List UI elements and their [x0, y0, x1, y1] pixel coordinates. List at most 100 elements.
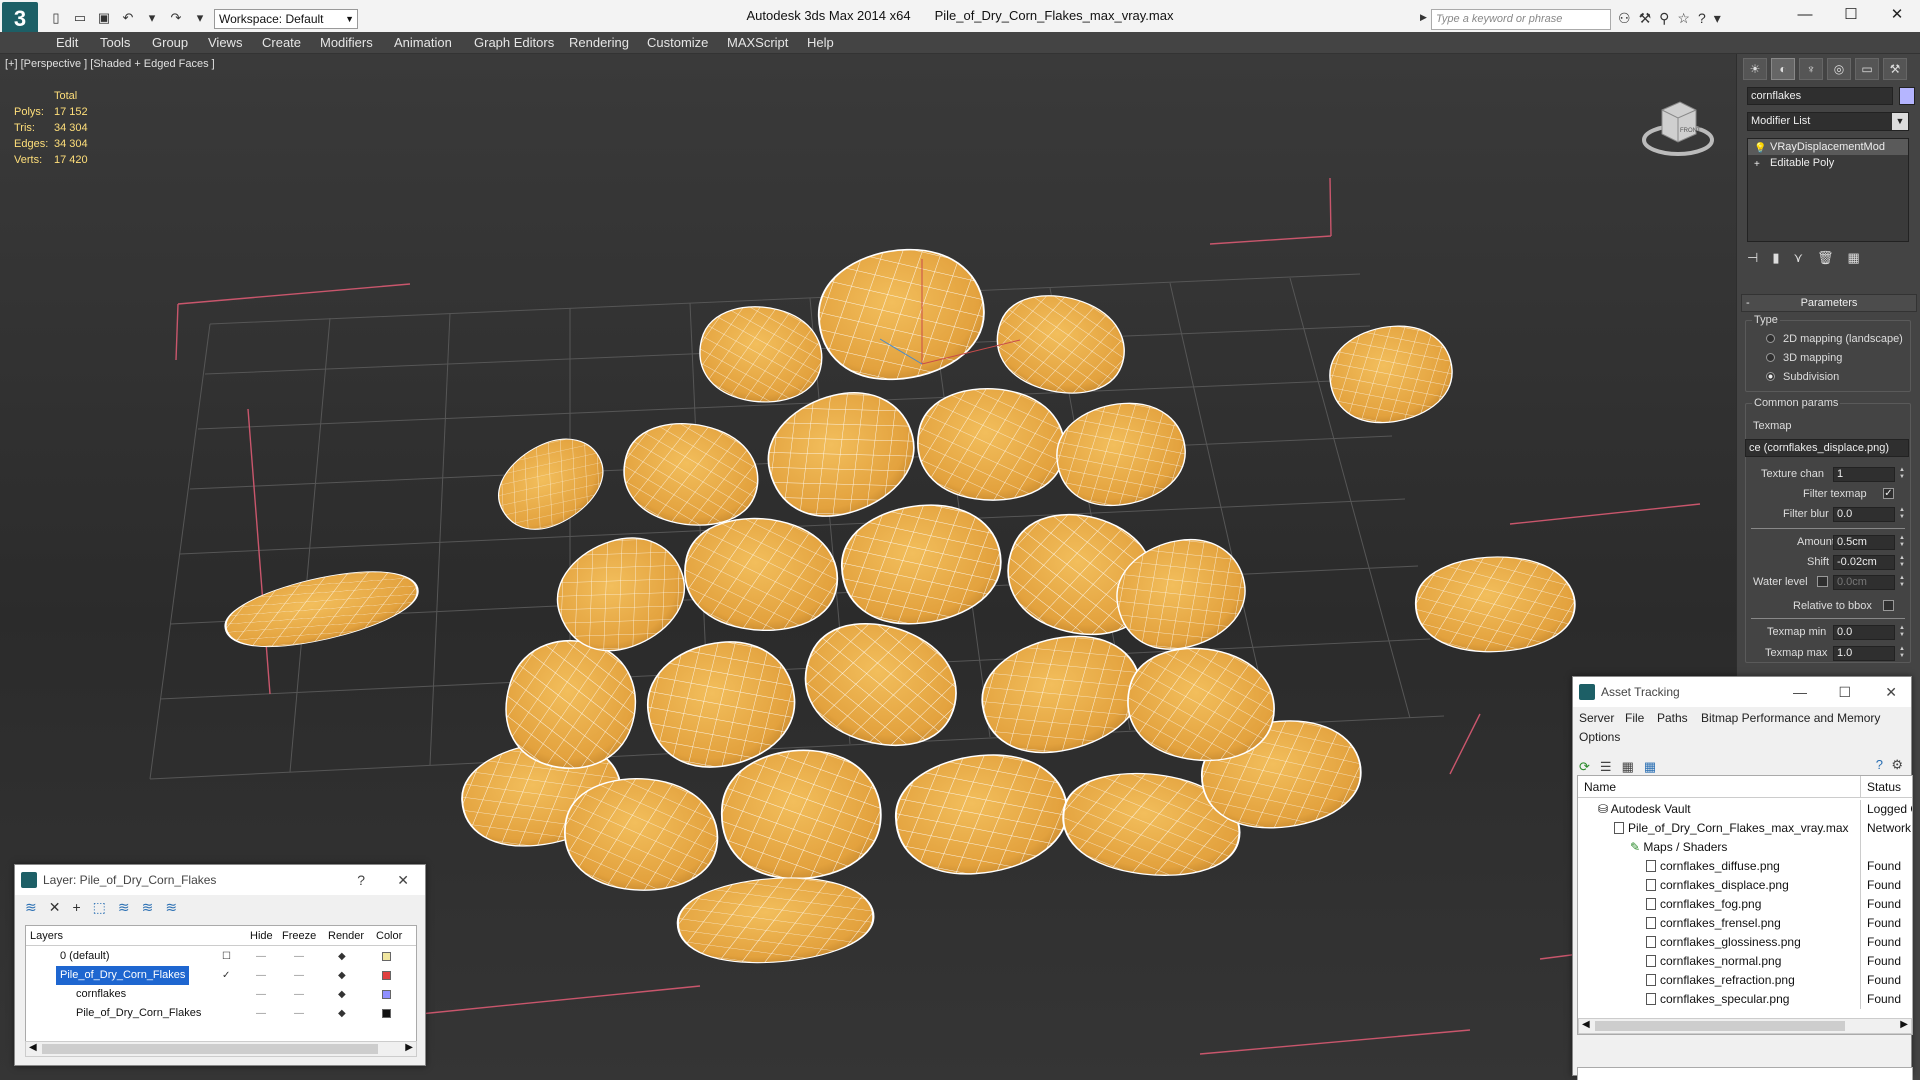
- scroll-left-icon[interactable]: ◀: [1582, 1019, 1590, 1030]
- search-input[interactable]: Type a keyword or phrase: [1431, 9, 1611, 30]
- select-in-layer-icon[interactable]: ⬚: [93, 899, 106, 916]
- horizontal-scrollbar[interactable]: ◀ ▶: [1578, 1018, 1912, 1034]
- menu-server[interactable]: Server: [1579, 711, 1614, 725]
- spinner-arrows-icon[interactable]: ▲ ▼: [1897, 625, 1907, 640]
- help-dropdown-icon[interactable]: ▾: [1714, 10, 1721, 27]
- current-layer-checkbox-icon[interactable]: ☐: [222, 947, 231, 966]
- render-teapot-icon[interactable]: ◆: [338, 985, 346, 1004]
- asset-row[interactable]: cornflakes_glossiness.png Found: [1578, 933, 1912, 952]
- scroll-thumb[interactable]: [1595, 1021, 1845, 1031]
- column-color[interactable]: Color: [376, 926, 402, 946]
- column-status[interactable]: Status: [1860, 776, 1901, 798]
- binoculars-icon[interactable]: ⚇: [1618, 10, 1631, 27]
- shift-spinner[interactable]: -0.02cm: [1833, 555, 1895, 570]
- thumbnail-view-icon[interactable]: ▦: [1622, 759, 1634, 775]
- viewport-label-menu[interactable]: [+] [Perspective ] [Shaded + Edged Faces…: [5, 58, 215, 70]
- menu-graph-editors[interactable]: Graph Editors: [474, 35, 554, 50]
- layer-row[interactable]: 0 (default) ☐ — — ◆: [26, 947, 416, 966]
- scroll-thumb[interactable]: [42, 1044, 378, 1054]
- spinner-arrows-icon[interactable]: ▲ ▼: [1897, 555, 1907, 570]
- column-name[interactable]: Name: [1584, 776, 1616, 798]
- radio-2d-mapping[interactable]: 2D mapping (landscape): [1766, 333, 1903, 345]
- parameters-rollout[interactable]: - Parameters: [1741, 294, 1917, 312]
- asset-row[interactable]: ✎ Maps / Shaders: [1578, 838, 1912, 857]
- scroll-right-icon[interactable]: ▶: [405, 1042, 413, 1053]
- asset-row[interactable]: cornflakes_specular.png Found: [1578, 990, 1912, 1009]
- object-name-field[interactable]: cornflakes: [1747, 87, 1893, 105]
- menu-modifiers[interactable]: Modifiers: [320, 35, 373, 50]
- active-layer-check-icon[interactable]: ✓: [222, 966, 230, 985]
- stack-item-vraydisplacementmod[interactable]: 💡 VRayDisplacementMod: [1748, 139, 1908, 155]
- menu-customize[interactable]: Customize: [647, 35, 708, 50]
- hide-toggle[interactable]: —: [256, 985, 266, 1004]
- asset-row[interactable]: Pile_of_Dry_Corn_Flakes_max_vray.max Netw…: [1578, 819, 1912, 838]
- create-layer-icon[interactable]: ≋: [25, 899, 37, 916]
- help-icon[interactable]: ?: [1698, 10, 1706, 27]
- freeze-toggle[interactable]: —: [294, 966, 304, 985]
- maximize-button[interactable]: ☐: [1828, 0, 1874, 32]
- pin-stack-icon[interactable]: ⊣: [1747, 250, 1758, 266]
- water-level-checkbox[interactable]: [1817, 576, 1828, 587]
- asset-row[interactable]: cornflakes_normal.png Found: [1578, 952, 1912, 971]
- horizontal-scrollbar[interactable]: ◀ ▶: [25, 1041, 417, 1057]
- help-icon[interactable]: ?: [357, 865, 365, 895]
- texmap-button[interactable]: ce (cornflakes_displace.png): [1745, 439, 1909, 457]
- table-view-icon[interactable]: ▦: [1644, 759, 1656, 775]
- search-expand-icon[interactable]: ▶: [1420, 12, 1427, 23]
- filter-texmap-checkbox[interactable]: ✓: [1883, 488, 1894, 499]
- stack-item-editable-poly[interactable]: + Editable Poly: [1748, 155, 1908, 171]
- layer-color-swatch[interactable]: [382, 952, 391, 961]
- amount-spinner[interactable]: 0.5cm: [1833, 535, 1895, 550]
- settings-icon[interactable]: ⚙: [1891, 757, 1903, 773]
- column-hide[interactable]: Hide: [250, 926, 273, 946]
- modify-tab-icon[interactable]: ◐: [1771, 58, 1795, 80]
- maximize-icon[interactable]: ☐: [1838, 677, 1851, 707]
- relative-bbox-checkbox[interactable]: [1883, 600, 1894, 611]
- radio-subdivision[interactable]: Subdivision: [1766, 371, 1839, 383]
- radio-3d-mapping[interactable]: 3D mapping: [1766, 352, 1842, 364]
- show-end-result-icon[interactable]: ▮: [1772, 250, 1779, 266]
- motion-tab-icon[interactable]: ◎: [1827, 58, 1851, 80]
- menu-group[interactable]: Group: [152, 35, 188, 50]
- water-level-spinner[interactable]: 0.0cm: [1833, 575, 1895, 590]
- freeze-all-layers-icon[interactable]: ≋: [165, 899, 177, 916]
- layer-row[interactable]: Pile_of_Dry_Corn_Flakes — — ◆: [26, 1004, 416, 1023]
- spinner-arrows-icon[interactable]: ▲ ▼: [1897, 535, 1907, 550]
- make-unique-icon[interactable]: ⋎: [1793, 250, 1803, 266]
- freeze-toggle[interactable]: —: [294, 985, 304, 1004]
- texmap-max-spinner[interactable]: 1.0: [1833, 646, 1895, 661]
- menu-file[interactable]: File: [1625, 711, 1644, 725]
- menu-maxscript[interactable]: MAXScript: [727, 35, 788, 50]
- texmap-min-spinner[interactable]: 0.0: [1833, 625, 1895, 640]
- menu-tools[interactable]: Tools: [100, 35, 130, 50]
- corn-flakes-pile[interactable]: [218, 240, 1576, 969]
- hierarchy-tab-icon[interactable]: ♆: [1799, 58, 1823, 80]
- asset-row[interactable]: cornflakes_refraction.png Found: [1578, 971, 1912, 990]
- list-view-icon[interactable]: ☰: [1600, 759, 1612, 775]
- communication-icon[interactable]: ⚲: [1659, 10, 1669, 27]
- favorites-star-icon[interactable]: ☆: [1677, 10, 1690, 27]
- render-teapot-icon[interactable]: ◆: [338, 947, 346, 966]
- layer-row[interactable]: cornflakes — — ◆: [26, 985, 416, 1004]
- utilities-tab-hammer-icon[interactable]: ⚒: [1883, 58, 1907, 80]
- freeze-toggle[interactable]: —: [294, 947, 304, 966]
- spinner-arrows-icon[interactable]: ▲ ▼: [1897, 575, 1907, 590]
- menu-views[interactable]: Views: [208, 35, 242, 50]
- menu-bitmap-performance[interactable]: Bitmap Performance and Memory: [1701, 711, 1880, 725]
- object-color-swatch[interactable]: [1899, 87, 1915, 105]
- asset-tracking-titlebar[interactable]: Asset Tracking: [1573, 677, 1911, 707]
- menu-edit[interactable]: Edit: [56, 35, 78, 50]
- spinner-arrows-icon[interactable]: ▲ ▼: [1897, 507, 1907, 522]
- menu-create[interactable]: Create: [262, 35, 301, 50]
- expand-plus-icon[interactable]: +: [1754, 157, 1760, 173]
- hide-toggle[interactable]: —: [256, 966, 266, 985]
- modifier-list-dropdown[interactable]: Modifier List ▼: [1747, 112, 1909, 131]
- asset-row[interactable]: cornflakes_fog.png Found: [1578, 895, 1912, 914]
- scroll-right-icon[interactable]: ▶: [1900, 1019, 1908, 1030]
- render-teapot-icon[interactable]: ◆: [338, 966, 346, 985]
- menu-paths[interactable]: Paths: [1657, 711, 1688, 725]
- menu-options[interactable]: Options: [1579, 730, 1620, 744]
- subscription-icon[interactable]: ⚒: [1639, 10, 1652, 27]
- highlight-layer-icon[interactable]: ≋: [118, 899, 130, 916]
- hide-toggle[interactable]: —: [256, 947, 266, 966]
